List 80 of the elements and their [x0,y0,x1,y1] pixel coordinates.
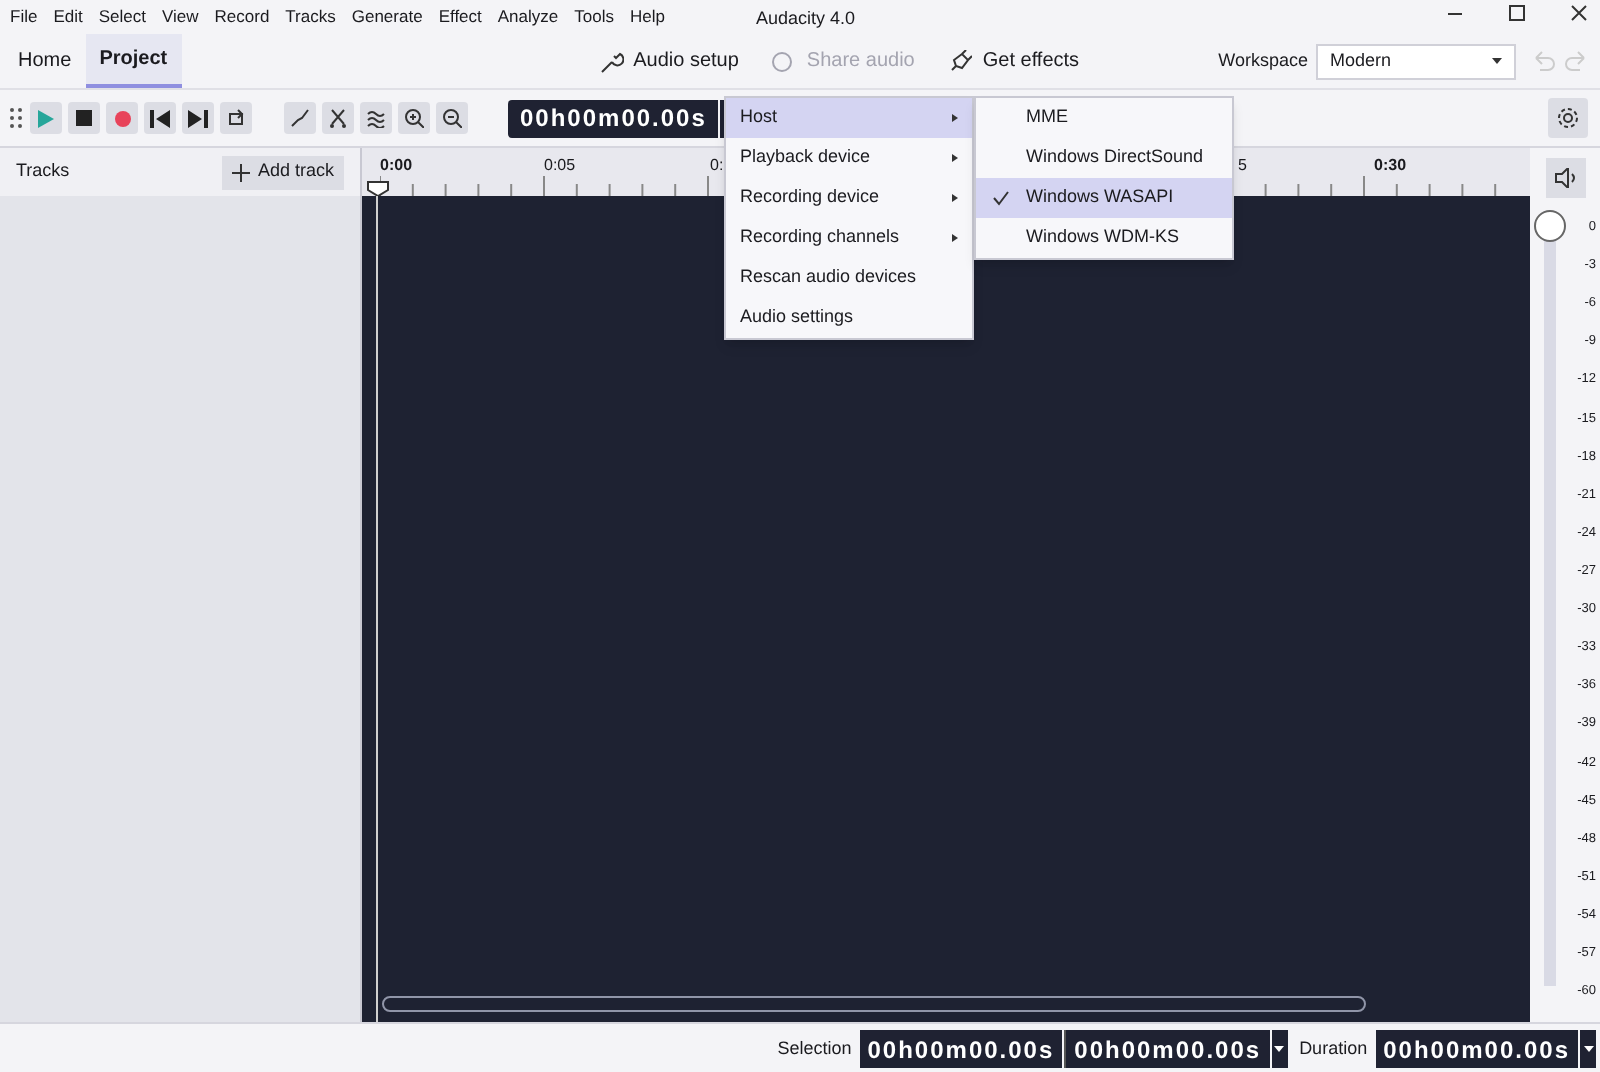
menu-item[interactable]: Edit [53,4,83,30]
envelope-tool-button[interactable] [284,102,316,134]
menu-entry[interactable]: Recording channels [726,218,972,258]
caret-icon [1583,1046,1593,1052]
menu-entry[interactable]: Recording device [726,178,972,218]
volume-button[interactable] [1545,158,1585,198]
checkmark-icon [992,190,1010,206]
slider-thumb[interactable] [1534,210,1566,242]
zoom-out-icon [442,108,462,128]
skip-end-icon [188,109,208,127]
settings-button[interactable] [1548,98,1588,138]
zoom-in-icon [404,108,424,128]
zoom-out-button[interactable] [436,102,468,134]
add-track-button[interactable]: Add track [221,155,344,189]
menu-item[interactable]: File [10,4,38,30]
stop-icon [76,110,92,126]
window-title: Audacity 4.0 [756,6,856,32]
tab[interactable]: Home [4,34,86,88]
wrench-icon [597,49,624,73]
caret-icon [1492,58,1502,64]
waves-icon [366,108,386,128]
selection-start-time: 00h00m00.00s [859,1030,1063,1068]
trim-tool-button[interactable] [322,102,354,134]
menu-entry[interactable]: Rescan audio devices [726,258,972,298]
plug-icon [946,49,973,73]
menu-entry[interactable]: Windows DirectSound [976,138,1232,178]
close-icon[interactable] [1570,4,1588,22]
scissors-icon [328,108,348,128]
time-label: 0:30 [1374,154,1407,178]
workspace-dropdown[interactable]: Modern [1316,43,1516,79]
menu-entry[interactable]: Windows WDM-KS [976,218,1232,258]
menu-entry[interactable]: Playback device [726,138,972,178]
drag-handle-icon[interactable] [8,106,24,130]
dropdown-button[interactable] [1271,1030,1288,1068]
time-display: 00h00m00.00s [508,99,719,137]
skip-start-icon [150,109,170,127]
time-label: 5 [1238,154,1247,178]
skip-end-button[interactable] [182,102,214,134]
menu-entry[interactable]: MME [976,98,1232,138]
horizontal-scrollbar[interactable] [382,996,1366,1012]
time-label: 0:00 [380,154,413,178]
time-label: 0: [710,154,724,178]
menu-entry[interactable]: Host [726,98,972,138]
selection-end-time: 00h00m00.00s [1064,1030,1270,1068]
duration-time: 00h00m00.00s [1375,1030,1578,1068]
menu-item[interactable]: Tools [574,4,614,30]
loop-icon [226,108,246,128]
silence-tool-button[interactable] [360,102,392,134]
menu-item[interactable]: Generate [351,4,423,30]
loop-button[interactable] [220,102,252,134]
menu-item[interactable]: Effect [438,4,482,30]
menu-item[interactable]: Tracks [285,4,336,30]
dropdown-button[interactable] [1580,1030,1596,1068]
plus-icon [231,163,250,181]
menu-item[interactable]: Help [629,4,665,30]
tab[interactable]: Project [85,34,182,88]
skip-start-button[interactable] [144,102,176,134]
menu-item[interactable]: View [161,4,199,30]
caret-icon [1274,1046,1285,1052]
menu-entry[interactable]: Audio settings [726,298,972,338]
toolbar-button[interactable]: Get effects [946,46,1080,76]
duration-label: Duration [1299,1035,1368,1062]
record-icon [113,109,131,127]
menu-item[interactable]: Select [98,4,146,30]
stop-button[interactable] [68,102,100,134]
menu-entry[interactable]: Windows WASAPI [976,178,1232,218]
maximize-icon[interactable] [1508,4,1526,22]
tracks-title: Tracks [16,158,70,185]
toolbar-button[interactable]: Audio setup [597,46,739,76]
settings-icon [1556,106,1580,130]
selection-label: Selection [777,1035,852,1062]
menu-item[interactable]: Analyze [497,4,559,30]
play-icon [38,109,54,127]
speaker-icon [1553,168,1577,188]
menu-item[interactable]: Record [214,4,270,30]
share-icon [770,49,797,73]
time-label: 0:05 [544,154,576,178]
workspace-label: Workspace [1218,47,1308,74]
envelope-icon [290,108,310,128]
zoom-in-button[interactable] [398,102,430,134]
